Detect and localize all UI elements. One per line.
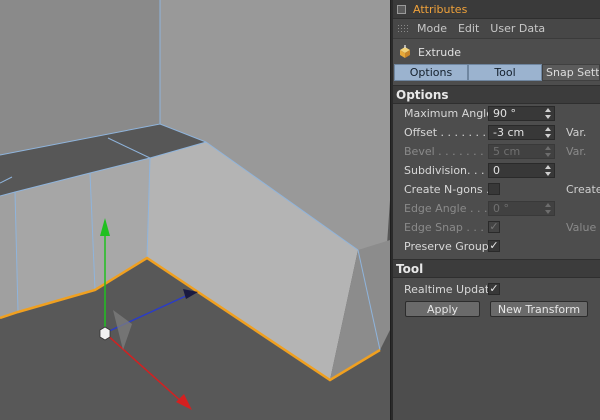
realtime-update-label: Realtime Update [404, 283, 496, 296]
offset-value: -3 cm [493, 126, 525, 139]
row-bevel: Bevel . . . . . . . . . 5 cm Var. [393, 142, 600, 161]
extrude-tool-icon [400, 45, 410, 58]
object-name: Extrude [418, 45, 462, 59]
row-maximum-angle: Maximum Angle 90 ° [393, 104, 600, 123]
section-tool-header[interactable]: Tool [393, 259, 600, 278]
create-ngons-label: Create N-gons . . [404, 183, 497, 196]
row-offset: Offset . . . . . . . . -3 cm Var. [393, 123, 600, 142]
row-subdivision: Subdivision. . . . . 0 [393, 161, 600, 180]
grip-icon[interactable] [397, 23, 409, 34]
realtime-update-checkbox[interactable]: ✓ [488, 283, 500, 295]
row-preserve-groups: Preserve Groups ✓ [393, 237, 600, 256]
subdivision-label: Subdivision. . . . . [404, 164, 499, 177]
viewport-scene [0, 0, 390, 420]
tab-bar: Options Tool Snap Settings [393, 64, 600, 81]
row-realtime-update: Realtime Update ✓ [393, 280, 600, 299]
row-edge-snap: Edge Snap . . . . . ✓ Value [393, 218, 600, 237]
attributes-panel: Attributes Mode Edit User Data Extrude O… [393, 0, 600, 420]
edge-angle-field: 0 ° [488, 201, 555, 216]
create-label: Create [566, 183, 600, 196]
panel-title: Attributes [413, 2, 468, 16]
bevel-var-label: Var. [566, 145, 587, 158]
section-options-header[interactable]: Options [393, 85, 600, 104]
spinner-icon [545, 146, 551, 157]
spinner-icon[interactable] [545, 108, 551, 119]
spinner-icon[interactable] [545, 165, 551, 176]
panel-titlebar: Attributes [393, 0, 600, 19]
edge-angle-label: Edge Angle . . . . [404, 202, 495, 215]
bevel-label: Bevel . . . . . . . . . [404, 145, 498, 158]
subdivision-field[interactable]: 0 [488, 163, 555, 178]
offset-var-label: Var. [566, 126, 587, 139]
spinner-icon[interactable] [545, 127, 551, 138]
maximum-angle-label: Maximum Angle [404, 107, 493, 120]
bevel-value: 5 cm [493, 145, 521, 158]
tab-snap-settings[interactable]: Snap Settings [542, 64, 600, 81]
bench-front-mid-left [15, 173, 95, 312]
menu-user-data[interactable]: User Data [490, 22, 545, 35]
edge-angle-value: 0 ° [493, 202, 509, 215]
edge-snap-label: Edge Snap . . . . . [404, 221, 498, 234]
maximum-angle-field[interactable]: 90 ° [488, 106, 555, 121]
maximum-angle-value: 90 ° [493, 107, 516, 120]
row-edge-angle: Edge Angle . . . . 0 ° [393, 199, 600, 218]
preserve-groups-label: Preserve Groups [404, 240, 495, 253]
spinner-icon [545, 203, 551, 214]
tab-tool[interactable]: Tool [468, 64, 542, 81]
3d-viewport[interactable] [0, 0, 390, 420]
subdivision-value: 0 [493, 164, 500, 177]
offset-label: Offset . . . . . . . . [404, 126, 493, 139]
edge-snap-checkbox: ✓ [488, 220, 500, 233]
offset-field[interactable]: -3 cm [488, 125, 555, 140]
row-create-ngons: Create N-gons . . Create [393, 180, 600, 199]
create-ngons-checkbox[interactable] [488, 183, 500, 195]
preserve-groups-checkbox[interactable]: ✓ [488, 240, 500, 252]
row-tool-buttons: Apply New Transform [393, 299, 600, 318]
panel-menubar: Mode Edit User Data [393, 19, 600, 39]
panel-menu-icon[interactable] [397, 4, 406, 14]
value-label: Value [566, 221, 597, 234]
object-header: Extrude [393, 41, 600, 63]
apply-button[interactable]: Apply [405, 301, 480, 317]
menu-edit[interactable]: Edit [458, 22, 479, 35]
menu-mode[interactable]: Mode [417, 22, 447, 35]
new-transform-button[interactable]: New Transform [490, 301, 588, 317]
bevel-field: 5 cm [488, 144, 555, 159]
tab-options[interactable]: Options [394, 64, 468, 81]
